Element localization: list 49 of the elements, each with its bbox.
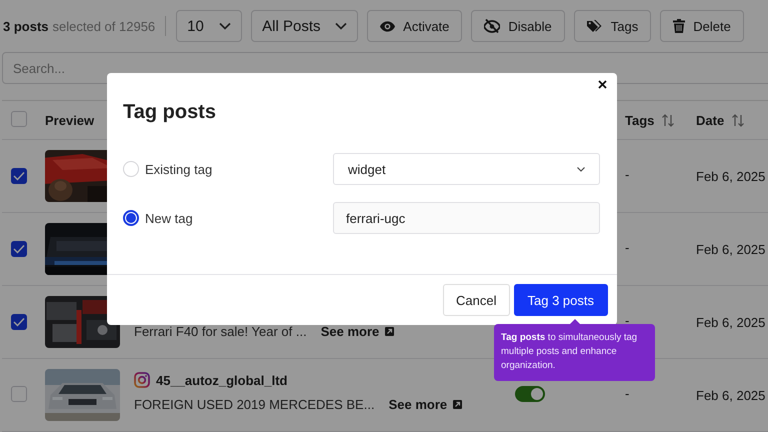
tags-cell: -	[625, 390, 630, 396]
tag-dropdown[interactable]: widget	[333, 153, 600, 185]
chevron-down-icon	[335, 22, 348, 30]
sort-icon[interactable]	[732, 114, 744, 126]
chevron-down-icon	[577, 166, 585, 172]
tag-icon	[586, 20, 603, 32]
instagram-icon	[134, 372, 150, 388]
selection-note: selected of 12956	[52, 18, 156, 34]
cancel-button[interactable]: Cancel	[443, 284, 510, 316]
checkbox[interactable]	[11, 241, 27, 257]
external-link-icon	[453, 400, 462, 409]
action-button[interactable]: Activate	[367, 10, 462, 42]
column-header[interactable]: Tags	[625, 112, 654, 128]
tag-input-field[interactable]: ferrari-ugc	[333, 202, 600, 234]
action-button[interactable]: Disable	[471, 10, 565, 42]
option-label[interactable]: Existing tag	[145, 162, 212, 176]
checkbox[interactable]	[11, 168, 27, 184]
action-button[interactable]: Delete	[660, 10, 744, 42]
see-more-link[interactable]: See more	[388, 397, 462, 412]
eye-icon	[380, 20, 396, 32]
tags-cell: -	[625, 318, 630, 324]
tags-cell: -	[625, 244, 630, 250]
sort-icon[interactable]	[662, 114, 674, 126]
trash-icon	[673, 19, 686, 33]
checkbox[interactable]	[11, 314, 27, 330]
tags-cell: -	[625, 172, 630, 178]
close-icon[interactable]	[596, 78, 609, 91]
column-header[interactable]: Date	[696, 112, 724, 128]
date-cell: Feb 6, 2025	[696, 168, 766, 184]
date-cell: Feb 6, 2025	[696, 242, 766, 256]
filter-dropdown[interactable]: All Posts	[251, 10, 358, 42]
action-button[interactable]: Tags	[574, 10, 652, 42]
account-name: 45__autoz_global_ltd	[156, 372, 288, 388]
external-link-icon	[385, 327, 394, 336]
dialog-title: Tag posts	[123, 101, 217, 124]
confirm-button[interactable]: Tag 3 posts	[514, 284, 608, 316]
date-cell: Feb 6, 2025	[696, 314, 766, 330]
chevron-down-icon	[219, 22, 232, 30]
option-label[interactable]: New tag	[145, 210, 193, 226]
selection-count: 3 posts	[3, 18, 49, 34]
date-cell: Feb 6, 2025	[696, 388, 766, 402]
see-more-link[interactable]: See more	[320, 324, 394, 339]
eye-off-icon	[484, 19, 500, 33]
page-size-dropdown[interactable]: 10	[176, 10, 242, 42]
post-caption: Ferrari F40 for sale! Year of ...	[134, 324, 307, 339]
post-caption: FOREIGN USED 2019 MERCEDES BE...	[134, 397, 375, 412]
column-header: Preview	[45, 112, 94, 128]
status-toggle[interactable]	[515, 386, 545, 402]
radio-button[interactable]	[123, 210, 139, 226]
